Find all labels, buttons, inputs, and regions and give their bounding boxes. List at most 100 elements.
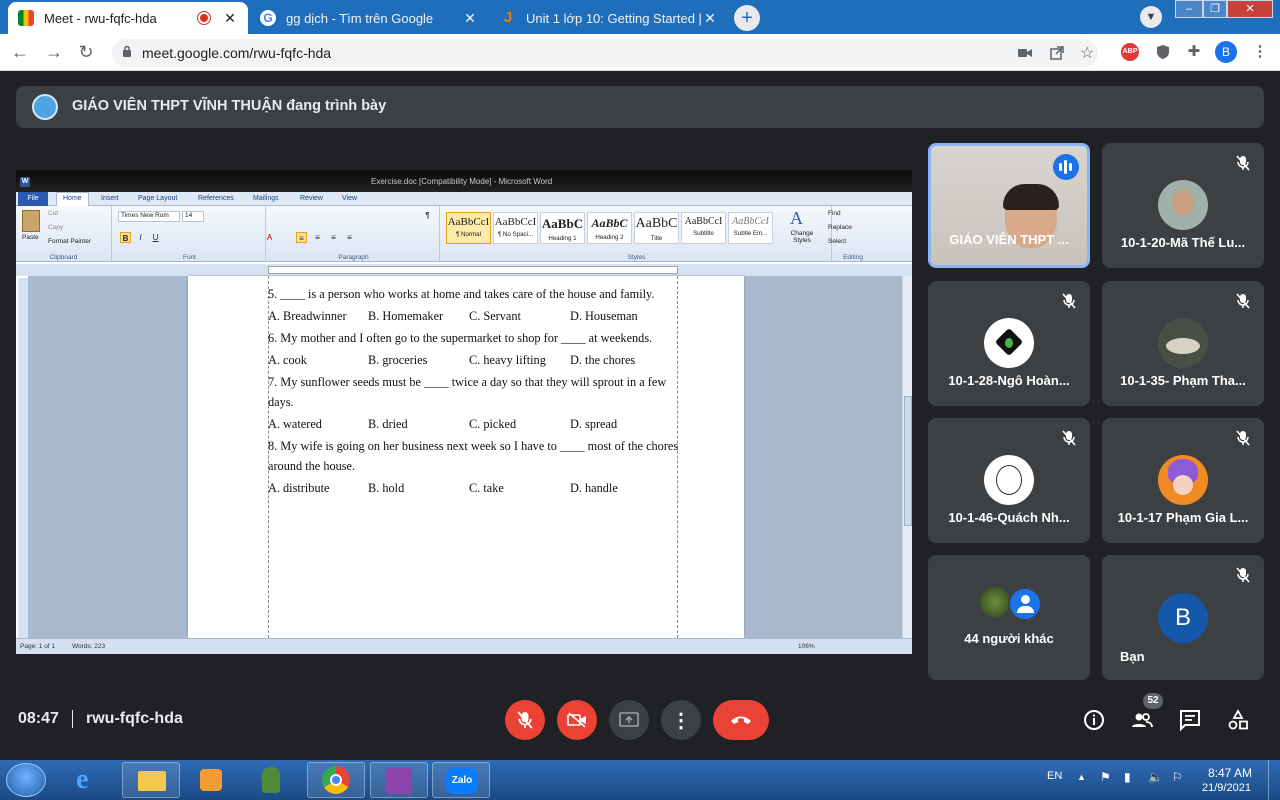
clock-time[interactable]: 8:47 AM <box>1208 766 1252 780</box>
tab-unit1[interactable]: J Unit 1 lớp 10: Getting Started | H ✕ <box>490 2 728 34</box>
tab-google-search[interactable]: G gg dịch - Tìm trên Google ✕ <box>250 2 488 34</box>
new-tab-button[interactable]: + <box>734 5 760 31</box>
ribbon-tab-file[interactable]: File <box>18 192 48 206</box>
activities-icon[interactable] <box>1226 708 1250 732</box>
pilcrow-button[interactable]: ¶ <box>422 210 433 221</box>
close-tab-icon[interactable]: ✕ <box>222 10 238 27</box>
style-normal[interactable]: AaBbCcI ¶ Normal <box>446 212 491 244</box>
style-title[interactable]: AaBbC Title <box>634 212 679 244</box>
people-icon[interactable] <box>1130 708 1154 732</box>
camera-off-button[interactable] <box>557 700 597 740</box>
participant-tile-self[interactable]: B Bạn <box>1102 555 1264 680</box>
change-styles-icon[interactable]: A <box>790 208 803 229</box>
style-heading-1[interactable]: AaBbC Heading 1 <box>540 212 585 244</box>
document-area[interactable]: 5. ____ is a person who works at home an… <box>28 276 902 638</box>
file-explorer-icon[interactable] <box>122 762 180 798</box>
signal-icon[interactable]: ▮ <box>1124 770 1131 784</box>
participant-tile[interactable]: 10-1-17 Phạm Gia L... <box>1102 418 1264 543</box>
media-player-icon[interactable] <box>182 762 240 798</box>
cut-button[interactable]: Cut <box>48 210 58 217</box>
paste-icon[interactable] <box>22 210 40 232</box>
address-bar[interactable]: meet.google.com/rwu-fqfc-hda ☆ <box>112 39 1098 67</box>
zalo-icon[interactable]: Zalo <box>432 762 490 798</box>
minimize-window-button[interactable]: ‒ <box>1175 0 1203 18</box>
align-right-button[interactable]: ≡ <box>328 232 339 243</box>
italic-button[interactable]: I <box>135 232 146 243</box>
vertical-scrollbar[interactable] <box>902 276 912 638</box>
underline-button[interactable]: U <box>150 232 161 243</box>
paste-label[interactable]: Paste <box>22 234 39 241</box>
adblock-icon[interactable]: ABP <box>1121 43 1139 61</box>
change-styles-button[interactable]: Change Styles <box>787 230 817 244</box>
font-name-select[interactable]: Times New Rom <box>118 211 180 222</box>
windows-start-button[interactable] <box>6 763 46 797</box>
reload-icon[interactable]: ↻ <box>74 40 98 64</box>
chrome-taskbar-icon[interactable] <box>307 762 365 798</box>
select-button[interactable]: Select <box>828 238 846 245</box>
align-left-button[interactable]: ≡ <box>296 232 307 243</box>
participant-tile[interactable]: 10-1-20-Mã Thế Lu... <box>1102 143 1264 268</box>
back-icon[interactable]: ← <box>8 40 32 64</box>
extensions-icon[interactable]: ✚ <box>1184 42 1204 62</box>
ribbon-tab-view[interactable]: View <box>342 195 357 202</box>
open-external-icon[interactable] <box>1050 46 1064 60</box>
language-indicator[interactable]: EN <box>1047 770 1062 782</box>
scrollbar-thumb[interactable] <box>904 396 912 526</box>
network-icon[interactable]: ⚐ <box>1172 770 1183 784</box>
profile-avatar[interactable]: B <box>1215 41 1237 63</box>
leave-call-button[interactable] <box>713 700 769 740</box>
onenote-icon[interactable] <box>370 762 428 798</box>
copy-button[interactable]: Copy <box>48 224 63 231</box>
ribbon-tab-page-layout[interactable]: Page Layout <box>138 195 177 202</box>
clock-date[interactable]: 21/9/2021 <box>1202 782 1251 794</box>
participant-tile[interactable]: 10-1-46-Quách Nh... <box>928 418 1090 543</box>
style-subtle-emphasis[interactable]: AaBbCcI Subtle Em... <box>728 212 773 244</box>
format-painter-button[interactable]: Format Painter <box>48 238 91 245</box>
horizontal-ruler[interactable] <box>16 264 912 276</box>
font-size-select[interactable]: 14 <box>182 211 204 222</box>
camera-icon[interactable] <box>1018 47 1032 59</box>
bold-button[interactable]: B <box>120 232 131 243</box>
document-text[interactable]: 5. ____ is a person who works at home an… <box>268 284 680 500</box>
tab-search-icon[interactable]: ▼ <box>1140 6 1162 28</box>
show-desktop-button[interactable] <box>1268 760 1280 800</box>
ribbon-tab-review[interactable]: Review <box>300 195 323 202</box>
zoom-level[interactable]: 106% <box>798 643 815 650</box>
style-no-spacing[interactable]: AaBbCcI ¶ No Spaci... <box>493 212 538 244</box>
participant-tile[interactable]: 10-1-28-Ngô Hoàn... <box>928 281 1090 406</box>
bookmark-star-icon[interactable]: ☆ <box>1080 43 1094 63</box>
participant-tile[interactable]: 10-1-35- Phạm Tha... <box>1102 281 1264 406</box>
close-window-button[interactable]: ✕ <box>1227 0 1273 18</box>
ribbon-tab-mailings[interactable]: Mailings <box>253 195 279 202</box>
close-tab-icon[interactable]: ✕ <box>462 10 478 27</box>
close-tab-icon[interactable]: ✕ <box>702 10 718 27</box>
document-page[interactable]: 5. ____ is a person who works at home an… <box>188 276 744 638</box>
ribbon-tab-references[interactable]: References <box>198 195 234 202</box>
ribbon-tab-home[interactable]: Home <box>56 192 89 206</box>
internet-explorer-icon[interactable]: e <box>62 762 120 798</box>
more-options-button[interactable]: ⋮ <box>661 700 701 740</box>
shield-icon[interactable] <box>1153 42 1173 62</box>
chrome-menu-icon[interactable]: ⋮ <box>1250 42 1270 62</box>
find-button[interactable]: Find <box>828 210 841 217</box>
game-app-icon[interactable] <box>242 762 300 798</box>
replace-button[interactable]: Replace <box>828 224 852 231</box>
participant-tile-presenter[interactable]: GIÁO VIÊN THPT ... <box>928 143 1090 268</box>
mic-off-button[interactable] <box>505 700 545 740</box>
style-heading-2[interactable]: AaBbC Heading 2 <box>587 212 632 244</box>
ribbon-tab-insert[interactable]: Insert <box>101 195 119 202</box>
network-error-icon[interactable]: ⚑ <box>1100 770 1111 784</box>
show-hidden-icons-icon[interactable]: ▲ <box>1077 772 1086 782</box>
present-screen-button[interactable] <box>609 700 649 740</box>
restore-window-button[interactable]: ❐ <box>1203 0 1227 18</box>
chat-icon[interactable] <box>1178 708 1202 732</box>
forward-icon[interactable]: → <box>42 40 66 64</box>
style-subtitle[interactable]: AaBbCcI Subtitle <box>681 212 726 244</box>
participant-tile-others[interactable]: 44 người khác <box>928 555 1090 680</box>
volume-icon[interactable]: 🔈 <box>1148 770 1163 784</box>
word-count[interactable]: Words: 223 <box>72 643 105 650</box>
align-center-button[interactable]: ≡ <box>312 232 323 243</box>
justify-button[interactable]: ≡ <box>344 232 355 243</box>
tab-meet[interactable]: Meet - rwu-fqfc-hda ✕ <box>8 2 248 34</box>
info-icon[interactable] <box>1082 708 1106 732</box>
